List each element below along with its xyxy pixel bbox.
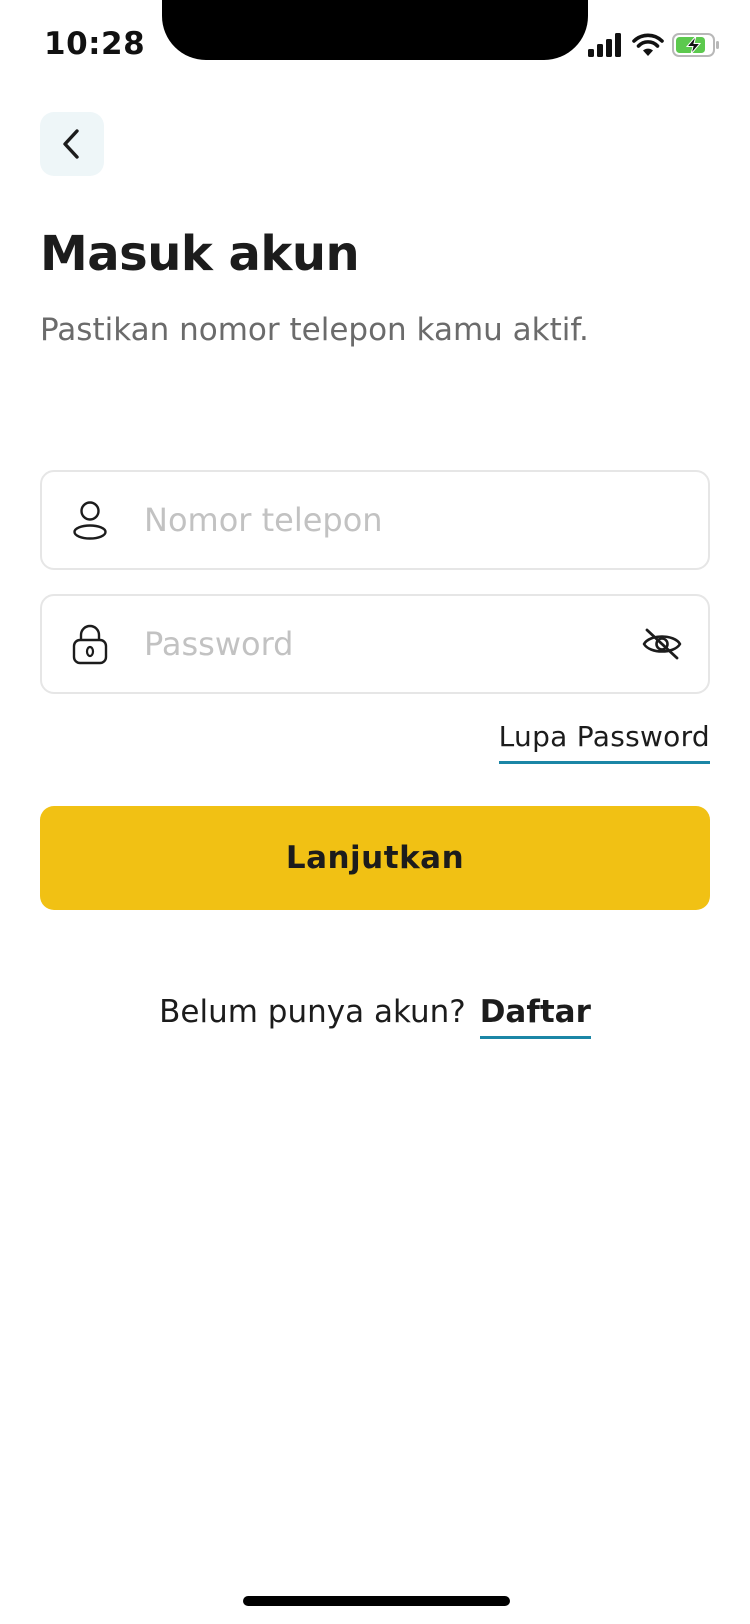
cellular-signal-icon xyxy=(588,33,621,57)
wifi-icon xyxy=(632,33,664,56)
forgot-password-link[interactable]: Lupa Password xyxy=(498,720,710,764)
signup-prompt: Belum punya akun? Daftar xyxy=(0,994,750,1039)
eye-off-icon[interactable] xyxy=(640,624,684,664)
signup-link[interactable]: Daftar xyxy=(479,994,591,1039)
continue-button[interactable]: Lanjutkan xyxy=(40,806,710,910)
signup-prompt-text: Belum punya akun? xyxy=(159,994,466,1030)
password-field[interactable] xyxy=(40,594,710,694)
status-bar: 10:28 xyxy=(0,0,750,92)
page-subtitle: Pastikan nomor telepon kamu aktif. xyxy=(40,312,589,348)
page-title: Masuk akun xyxy=(40,226,360,282)
lock-icon xyxy=(68,622,112,666)
status-time: 10:28 xyxy=(44,26,146,62)
home-indicator[interactable] xyxy=(243,1596,510,1606)
password-input[interactable] xyxy=(144,596,584,692)
back-button[interactable] xyxy=(40,112,104,176)
phone-input[interactable] xyxy=(144,472,584,568)
status-icons xyxy=(588,30,720,60)
chevron-left-icon xyxy=(63,129,79,159)
device-notch xyxy=(162,0,588,60)
user-icon xyxy=(68,498,112,542)
phone-field[interactable] xyxy=(40,470,710,570)
battery-charging-icon xyxy=(672,33,719,57)
